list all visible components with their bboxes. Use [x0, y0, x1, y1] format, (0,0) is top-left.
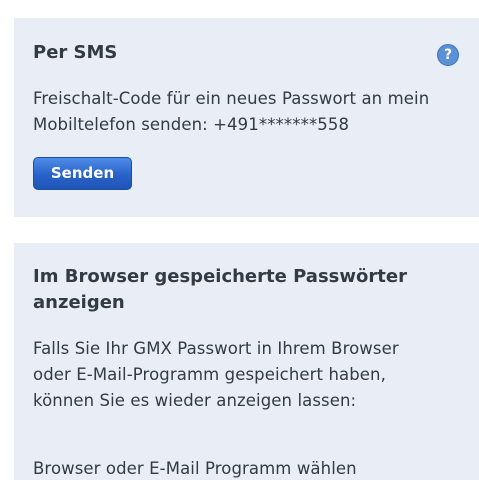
browser-title-line1: Im Browser gespeicherte Passwörter: [33, 266, 407, 287]
sms-description-line1: Freischalt-Code für ein neues Passwort a…: [33, 89, 430, 108]
sms-section-title: Per SMS: [33, 42, 118, 63]
help-icon[interactable]: ?: [437, 44, 459, 66]
sms-description: Freischalt-Code für ein neues Passwort a…: [33, 86, 463, 138]
browser-intro-line3: können Sie es wieder anzeigen lassen:: [33, 391, 357, 410]
browser-passwords-card: Im Browser gespeicherte Passwörter anzei…: [14, 243, 479, 480]
sms-description-line2: Mobiltelefon senden: +491*******558: [33, 115, 350, 134]
sms-recovery-card: Per SMS ? Freischalt-Code für ein neues …: [14, 18, 479, 217]
browser-title-line2: anzeigen: [33, 292, 125, 313]
browser-intro-line1: Falls Sie Ihr GMX Passwort in Ihrem Brow…: [33, 339, 399, 358]
browser-intro-line2: oder E-Mail-Programm gespeichert haben,: [33, 365, 386, 384]
browser-section-title: Im Browser gespeicherte Passwörter anzei…: [33, 264, 433, 316]
choose-program-label: Browser oder E-Mail Programm wählen: [33, 459, 357, 478]
send-button[interactable]: Senden: [33, 157, 132, 190]
password-recovery-page: Per SMS ? Freischalt-Code für ein neues …: [0, 0, 479, 480]
browser-intro-text: Falls Sie Ihr GMX Passwort in Ihrem Brow…: [33, 336, 463, 414]
